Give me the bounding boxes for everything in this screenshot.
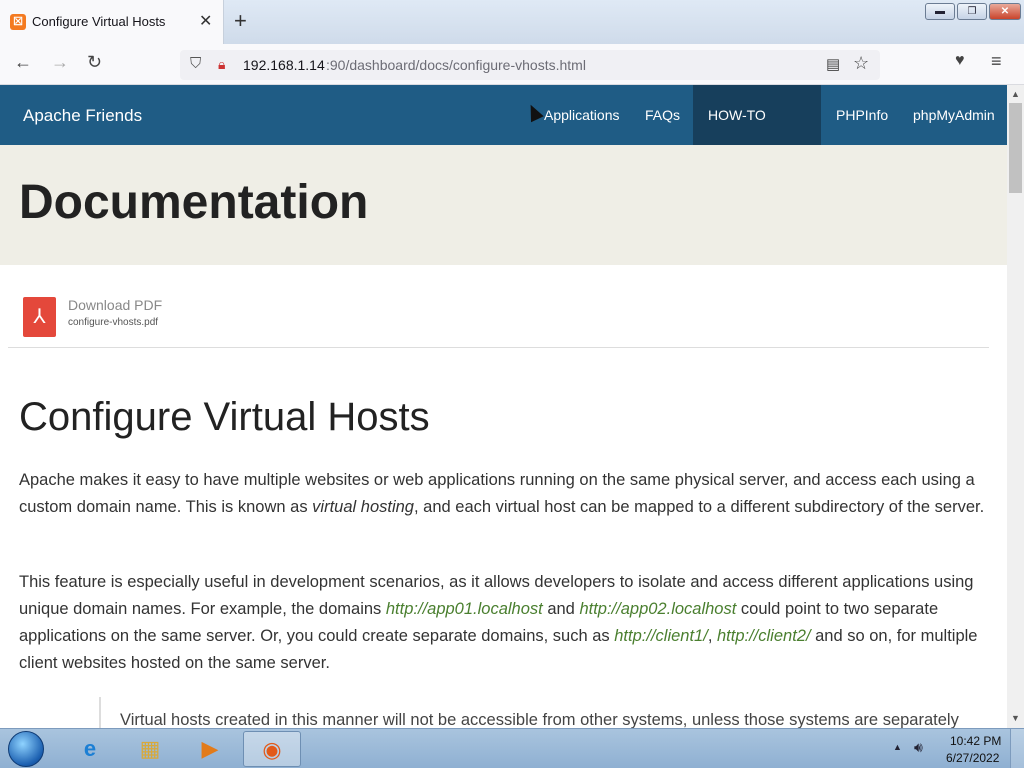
article-title: Configure Virtual Hosts	[19, 395, 430, 439]
tracking-shield-icon[interactable]: ⛉	[190, 55, 201, 72]
para1-text-2: , and each virtual host can be mapped to…	[413, 498, 985, 516]
window-close-button[interactable]: ✕	[989, 3, 1021, 20]
tab-title: Configure Virtual Hosts	[32, 14, 166, 29]
nav-phpmyadmin[interactable]: phpMyAdmin	[898, 85, 1007, 145]
page-scrollbar[interactable]: ▲ ▼	[1007, 85, 1024, 728]
url-host: 192.168.1.14	[243, 57, 325, 73]
clock-date[interactable]: 6/27/2022	[946, 751, 999, 765]
nav-howto-guides[interactable]: HOW-TO Guides	[693, 85, 821, 183]
para2-text-2: and	[542, 600, 580, 618]
nav-faqs[interactable]: FAQs	[630, 85, 695, 145]
page-title: Documentation	[19, 176, 369, 229]
hamburger-menu-icon[interactable]: ≡	[991, 51, 1002, 72]
pocket-icon[interactable]: ♥	[955, 52, 965, 70]
url-path: :90/dashboard/docs/configure-vhosts.html	[326, 57, 586, 73]
file-explorer-icon[interactable]: ▦	[122, 731, 178, 767]
xampp-favicon-icon: ☒	[10, 14, 26, 30]
internet-explorer-icon[interactable]: e	[62, 731, 118, 767]
reader-view-icon[interactable]: ▤	[826, 55, 840, 73]
window-maximize-button[interactable]: ❐	[957, 3, 987, 20]
hero-banner: Documentation	[0, 145, 1007, 265]
link-app01[interactable]: http://app01.localhost	[386, 600, 543, 618]
new-tab-button[interactable]: +	[234, 8, 247, 34]
page-viewport: Apache Friends Applications FAQs HOW-TO …	[0, 85, 1007, 728]
show-desktop-button[interactable]	[1010, 729, 1024, 768]
forward-arrow-icon[interactable]: →	[51, 52, 69, 73]
scroll-thumb[interactable]	[1009, 103, 1022, 193]
note-blockquote: Virtual hosts created in this manner wil…	[99, 697, 989, 728]
link-client1[interactable]: http://client1/	[614, 627, 708, 645]
taskbar: e ▦ ▶ ◉ ▲ 🔊︎ 10:42 PM 6/27/2022	[0, 728, 1024, 768]
divider	[8, 347, 989, 348]
clock-time[interactable]: 10:42 PM	[950, 734, 1001, 748]
note-text: Virtual hosts created in this manner wil…	[120, 711, 959, 728]
tray-expand-icon[interactable]: ▲	[893, 742, 902, 752]
feature-paragraph: This feature is especially useful in dev…	[19, 569, 989, 677]
browser-tabstrip: ☒ Configure Virtual Hosts ✕ + ▬ ❐ ✕	[0, 0, 1024, 44]
media-player-icon[interactable]: ▶	[182, 731, 238, 767]
bookmark-star-icon[interactable]: ☆	[853, 53, 869, 74]
window-minimize-button[interactable]: ▬	[925, 3, 955, 20]
browser-navbar: ← → ↻ ⛉ 🔒︎ 192.168.1.14 :90/dashboard/do…	[0, 44, 1024, 85]
reload-icon[interactable]: ↻	[87, 52, 102, 73]
pdf-filename: configure-vhosts.pdf	[68, 317, 159, 328]
para2-text-4: ,	[707, 627, 717, 645]
link-app02[interactable]: http://app02.localhost	[579, 600, 736, 618]
firefox-icon[interactable]: ◉	[243, 731, 301, 767]
insecure-lock-icon[interactable]: 🔒︎	[218, 56, 225, 73]
link-client2[interactable]: http://client2/	[717, 627, 811, 645]
nav-phpinfo[interactable]: PHPInfo	[821, 85, 903, 145]
download-pdf-link[interactable]: Download PDF	[68, 297, 162, 313]
scroll-up-icon[interactable]: ▲	[1011, 89, 1020, 99]
browser-tab[interactable]: ☒ Configure Virtual Hosts ✕	[0, 0, 224, 44]
pdf-file-icon[interactable]: ⅄	[23, 297, 56, 337]
start-button[interactable]	[8, 731, 44, 767]
back-arrow-icon[interactable]: ←	[14, 52, 32, 73]
intro-paragraph: Apache makes it easy to have multiple we…	[19, 467, 989, 521]
para1-emphasis: virtual hosting	[312, 498, 414, 516]
site-header: Apache Friends Applications FAQs HOW-TO …	[0, 85, 1007, 183]
address-bar[interactable]: ⛉ 🔒︎ 192.168.1.14 :90/dashboard/docs/con…	[180, 50, 880, 80]
nav-applications[interactable]: Applications	[529, 85, 635, 145]
tab-close-icon[interactable]: ✕	[199, 11, 212, 31]
scroll-down-icon[interactable]: ▼	[1011, 713, 1020, 723]
site-brand[interactable]: Apache Friends	[23, 106, 142, 126]
speaker-icon[interactable]: 🔊︎	[914, 739, 923, 756]
